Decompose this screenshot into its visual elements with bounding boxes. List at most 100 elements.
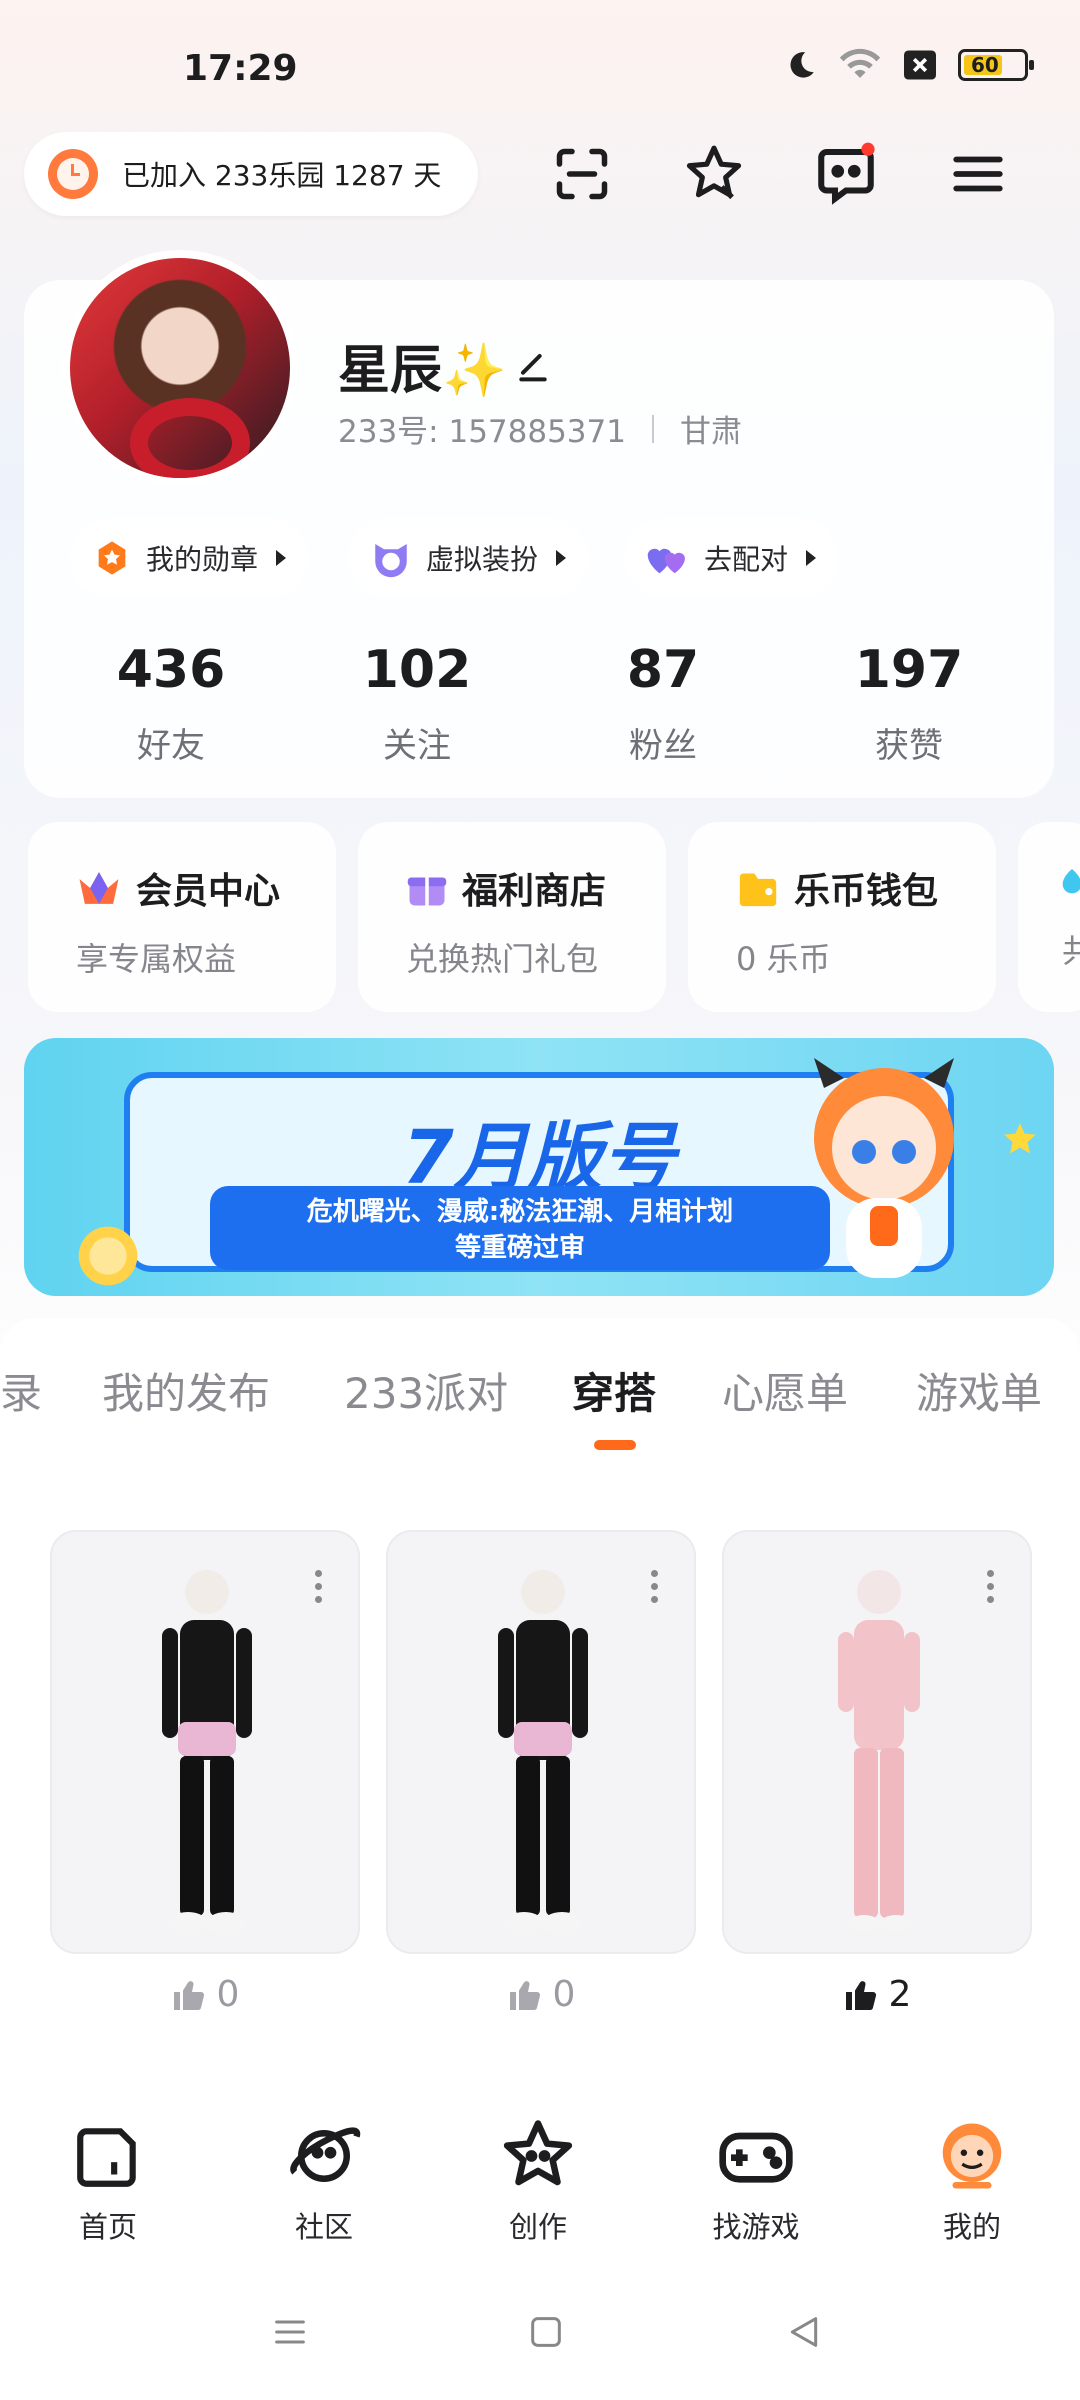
- moon-icon: [790, 52, 814, 78]
- stat-value: 436: [116, 640, 226, 700]
- wallet-title: 乐币钱包: [794, 871, 939, 912]
- chip-avatar-dressup-label: 虚拟装扮: [426, 543, 539, 576]
- scan-button[interactable]: [548, 140, 616, 208]
- chip-match-label: 去配对: [704, 543, 789, 576]
- banner-subtitle-line2: 等重磅过审: [454, 1233, 585, 1263]
- outfit-likes[interactable]: 0: [50, 1974, 360, 2015]
- vip-center-subtitle: 享专属权益: [76, 940, 237, 978]
- more-service-card[interactable]: 共: [1018, 822, 1080, 1012]
- stat-value: 87: [626, 640, 700, 700]
- system-home-button[interactable]: [526, 2312, 566, 2352]
- system-menu-button[interactable]: [270, 2312, 310, 2352]
- nav-mine-label: 我的: [942, 2210, 1001, 2244]
- coin-icon: [78, 1226, 138, 1286]
- outfit-card[interactable]: [386, 1530, 696, 1954]
- nickname: 星辰✨: [338, 328, 553, 403]
- stat-label: 获赞: [875, 726, 943, 766]
- alarm-clock-icon: [48, 149, 98, 199]
- scan-icon: [556, 148, 608, 200]
- thumbs-up-icon: [509, 1980, 540, 2010]
- chat-icon: [818, 142, 875, 205]
- gamepad-icon: [719, 2132, 793, 2183]
- like-count: 0: [552, 1974, 576, 2015]
- wifi-icon: [839, 48, 881, 78]
- sparkle-icon: [1004, 1123, 1036, 1154]
- nav-create[interactable]: 创作: [458, 2116, 618, 2246]
- hamburger-icon: [953, 156, 1003, 192]
- planet-icon: [290, 2127, 361, 2182]
- star-icon: [686, 145, 742, 200]
- vip-center-title: 会员中心: [136, 871, 281, 912]
- stat-value: 197: [854, 640, 964, 700]
- tab-records[interactable]: 录: [0, 1360, 42, 1421]
- wallet-subtitle: 0 乐币: [736, 940, 831, 978]
- gift-icon: [407, 877, 447, 906]
- tab-game-lists[interactable]: 游戏单: [916, 1360, 1042, 1421]
- more-options-icon[interactable]: [651, 1570, 658, 1603]
- mascot-illustration: [814, 1058, 954, 1278]
- hearts-icon: [647, 548, 685, 574]
- nav-community[interactable]: 社区: [244, 2116, 404, 2246]
- chip-medals[interactable]: 我的勋章: [70, 518, 309, 598]
- chip-match[interactable]: 去配对: [624, 518, 839, 598]
- welfare-shop-card[interactable]: 福利商店 兑换热门礼包: [358, 822, 666, 1012]
- medal-icon: [98, 541, 126, 575]
- outfit-likes[interactable]: 0: [386, 1974, 696, 2015]
- welfare-shop-title: 福利商店: [462, 871, 607, 912]
- outfit-card[interactable]: [722, 1530, 1032, 1954]
- outfit-figure: [838, 1570, 920, 1933]
- nav-create-label: 创作: [508, 2210, 567, 2244]
- cat-face-icon: [375, 544, 407, 578]
- profile-face-icon: [942, 2123, 1002, 2189]
- tab-my-posts[interactable]: 我的发布: [102, 1360, 270, 1421]
- nav-mine[interactable]: 我的: [892, 2116, 1052, 2246]
- more-service-subtitle: 共: [1062, 932, 1080, 970]
- wallet-icon: [739, 873, 777, 907]
- stat-value: 102: [362, 640, 472, 700]
- tab-wishlist[interactable]: 心愿单: [722, 1360, 848, 1421]
- divider: [651, 414, 654, 443]
- nav-community-label: 社区: [294, 2210, 353, 2244]
- outfit-figure: [498, 1570, 588, 1936]
- join-days-pill[interactable]: 已加入 233乐园 1287 天: [24, 132, 478, 216]
- chip-medals-label: 我的勋章: [146, 543, 259, 576]
- outfit-card[interactable]: [50, 1530, 360, 1954]
- chip-avatar-dressup[interactable]: 虚拟装扮: [348, 518, 589, 598]
- nav-home-label: 首页: [78, 2210, 137, 2244]
- system-back-button[interactable]: [784, 2312, 824, 2352]
- stat-fans[interactable]: 87 粉丝: [540, 640, 786, 767]
- stat-label: 粉丝: [629, 726, 697, 766]
- stat-friends[interactable]: 436 好友: [48, 640, 294, 767]
- more-options-icon[interactable]: [315, 1570, 322, 1603]
- user-meta: 233号: 157885371 甘肃: [338, 406, 742, 451]
- banner-subtitle-line1: 危机曙光、漫威:秘法狂潮、月相计划: [306, 1197, 734, 1227]
- tab-outfits[interactable]: 穿搭: [572, 1360, 656, 1421]
- wallet-card[interactable]: 乐币钱包 0 乐币: [688, 822, 996, 1012]
- nickname-text: 星辰✨: [338, 341, 507, 401]
- thumbs-up-icon: [173, 1980, 204, 2010]
- menu-button[interactable]: [944, 140, 1012, 208]
- active-tab-indicator: [594, 1440, 636, 1450]
- edit-pen-icon[interactable]: [513, 346, 553, 386]
- outfit-likes[interactable]: 2: [722, 1974, 1032, 2015]
- user-region: 甘肃: [679, 414, 742, 450]
- stat-following[interactable]: 102 关注: [294, 640, 540, 767]
- like-count: 2: [888, 1974, 912, 2015]
- like-count: 0: [216, 1974, 240, 2015]
- nav-find-games-label: 找游戏: [712, 2210, 800, 2244]
- sim-blocked-icon: [904, 50, 936, 80]
- status-time: 17:29: [183, 48, 298, 89]
- stat-likes[interactable]: 197 获赞: [786, 640, 1032, 767]
- messages-button[interactable]: [812, 140, 880, 208]
- more-options-icon[interactable]: [987, 1570, 994, 1603]
- stat-label: 好友: [137, 726, 205, 766]
- user-id: 233号: 157885371: [338, 414, 626, 450]
- welfare-shop-subtitle: 兑换热门礼包: [406, 940, 599, 978]
- promo-banner[interactable]: 7月版号 危机曙光、漫威:秘法狂潮、月相计划 等重磅过审: [24, 1038, 1054, 1296]
- vip-center-card[interactable]: 会员中心 享专属权益: [28, 822, 336, 1012]
- nav-home[interactable]: 首页: [28, 2116, 188, 2246]
- avatar[interactable]: [62, 250, 298, 486]
- tab-233-party[interactable]: 233派对: [344, 1360, 508, 1421]
- nav-find-games[interactable]: 找游戏: [676, 2116, 836, 2246]
- favorites-button[interactable]: [680, 140, 748, 208]
